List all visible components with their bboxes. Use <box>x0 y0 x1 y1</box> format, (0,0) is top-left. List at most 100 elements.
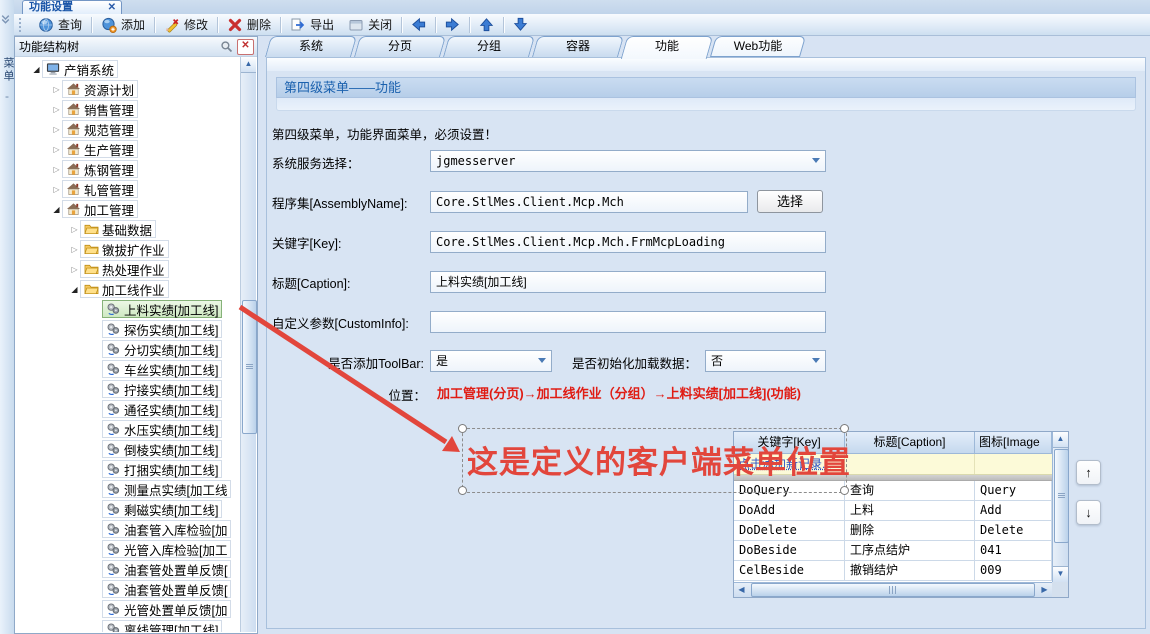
collapse-icon[interactable]: ◢ <box>51 205 62 214</box>
tab-分组[interactable]: 分组 <box>446 36 532 57</box>
expand-icon[interactable]: ▷ <box>51 125 62 134</box>
collapsed-menu-dock[interactable]: 菜单 - <box>0 0 15 634</box>
selection-handle[interactable] <box>840 486 849 495</box>
chevron-down-icon[interactable] <box>812 358 820 367</box>
tree-node[interactable]: 光管处置单反馈[加 <box>16 599 239 619</box>
delete-button[interactable]: 删除 <box>220 15 278 34</box>
grid-cell-key[interactable]: DoBeside <box>734 541 845 561</box>
add-button[interactable]: 添加 <box>94 15 152 34</box>
choose-button[interactable]: 选择 <box>757 190 823 213</box>
tab-功能[interactable]: 功能 <box>624 36 710 59</box>
tree-node[interactable]: 打捆实绩[加工线] <box>16 459 239 479</box>
expand-icon[interactable]: ▷ <box>69 265 80 274</box>
grid-cell-image[interactable]: Query <box>975 481 1052 501</box>
grid-cell-caption[interactable]: 工序点结炉 <box>845 541 975 561</box>
tree-node[interactable]: 剩磁实绩[加工线] <box>16 499 239 519</box>
expand-icon[interactable]: ▷ <box>51 105 62 114</box>
tree-node[interactable]: 光管入库检验[加工 <box>16 539 239 559</box>
key-input[interactable]: Core.StlMes.Client.Mcp.Mch.FrmMcpLoading <box>430 231 826 253</box>
tree-node[interactable]: ▷基础数据 <box>16 219 239 239</box>
nav-left-button[interactable] <box>404 15 433 34</box>
assembly-input[interactable]: Core.StlMes.Client.Mcp.Mch <box>430 191 748 213</box>
grid-cell-key[interactable]: DoAdd <box>734 501 845 521</box>
grid-cell-key[interactable]: DoDelete <box>734 521 845 541</box>
tab-close-icon[interactable]: ✕ <box>108 2 116 14</box>
grid-cell-image[interactable]: Delete <box>975 521 1052 541</box>
tree-node[interactable]: 分切实绩[加工线] <box>16 339 239 359</box>
close-button[interactable]: 关闭 <box>341 15 399 34</box>
grid-row[interactable]: DoDelete删除Delete <box>734 521 1068 541</box>
toolbar-grip[interactable] <box>19 18 24 32</box>
grid-row[interactable]: CelBeside撤销结炉009 <box>734 561 1068 581</box>
tab-Web功能[interactable]: Web功能 <box>713 36 803 57</box>
collapse-icon[interactable]: ◢ <box>31 65 42 74</box>
scroll-up-icon[interactable]: ▲ <box>1053 432 1068 448</box>
grid-row[interactable]: DoAdd上料Add <box>734 501 1068 521</box>
tree-node[interactable]: ◢产销系统 <box>16 59 239 79</box>
grid-cell-caption[interactable]: 上料 <box>845 501 975 521</box>
nav-down-button[interactable] <box>506 15 535 34</box>
tree-node[interactable]: 水压实绩[加工线] <box>16 419 239 439</box>
grid-horizontal-scrollbar[interactable]: ◀ ▶ <box>734 582 1052 597</box>
tree-node[interactable]: 探伤实绩[加工线] <box>16 319 239 339</box>
expand-icon[interactable]: ▷ <box>51 85 62 94</box>
expand-icon[interactable]: ▷ <box>51 185 62 194</box>
grid-row[interactable]: DoBeside工序点结炉041 <box>734 541 1068 561</box>
scroll-left-icon[interactable]: ◀ <box>734 583 749 597</box>
tree-node[interactable]: 拧接实绩[加工线] <box>16 379 239 399</box>
move-down-button[interactable]: ↓ <box>1076 500 1101 525</box>
tree-node[interactable]: ▷销售管理 <box>16 99 239 119</box>
tree-node[interactable]: 通径实绩[加工线] <box>16 399 239 419</box>
tree-node[interactable]: ▷炼钢管理 <box>16 159 239 179</box>
expand-icon[interactable]: ▷ <box>69 245 80 254</box>
grid-cell-caption[interactable]: 撤销结炉 <box>845 561 975 581</box>
tree-node[interactable]: ◢加工线作业 <box>16 279 239 299</box>
tree-node[interactable]: ▷资源计划 <box>16 79 239 99</box>
query-button[interactable]: 查询 <box>31 15 89 34</box>
scroll-right-icon[interactable]: ▶ <box>1037 583 1052 597</box>
modify-button[interactable]: 修改 <box>157 15 215 34</box>
grid-cell-image[interactable]: 009 <box>975 561 1052 581</box>
init-load-combobox[interactable]: 否 <box>705 350 826 372</box>
export-button[interactable]: 导出 <box>283 15 341 34</box>
tree-node[interactable]: 倒棱实绩[加工线] <box>16 439 239 459</box>
scroll-up-icon[interactable]: ▲ <box>241 57 256 73</box>
grid-cell-image[interactable]: Add <box>975 501 1052 521</box>
tree-node[interactable]: 车丝实绩[加工线] <box>16 359 239 379</box>
grid-cell-caption[interactable]: 查询 <box>845 481 975 501</box>
move-up-button[interactable]: ↑ <box>1076 460 1101 485</box>
selection-handle[interactable] <box>840 424 849 433</box>
tree-node[interactable]: 油套管处置单反馈[ <box>16 559 239 579</box>
tree-scrollbar-thumb[interactable] <box>242 300 257 434</box>
panel-close-icon[interactable]: ✕ <box>237 39 254 55</box>
selection-handle[interactable] <box>458 424 467 433</box>
selection-handle[interactable] <box>458 486 467 495</box>
tree-node[interactable]: ▷热处理作业 <box>16 259 239 279</box>
document-tab-active[interactable]: 功能设置 ✕ <box>22 0 122 14</box>
tree-node[interactable]: 上料实绩[加工线] <box>16 299 239 319</box>
add-toolbar-combobox[interactable]: 是 <box>430 350 552 372</box>
grid-cell-caption[interactable]: 删除 <box>845 521 975 541</box>
grid-cell-image[interactable]: 041 <box>975 541 1052 561</box>
tree-node[interactable]: ▷镦拔扩作业 <box>16 239 239 259</box>
grid-vscroll-thumb[interactable] <box>1054 449 1069 543</box>
pin-icon[interactable] <box>220 40 233 53</box>
service-combobox[interactable]: jgmesserver <box>430 150 826 172</box>
scroll-down-icon[interactable]: ▼ <box>1053 566 1068 582</box>
tab-系统[interactable]: 系统 <box>268 36 354 57</box>
tree-node[interactable]: 测量点实绩[加工线 <box>16 479 239 499</box>
grid-cell-key[interactable]: CelBeside <box>734 561 845 581</box>
tree-node[interactable]: 油套管入库检验[加 <box>16 519 239 539</box>
tree-node[interactable]: ◢加工管理 <box>16 199 239 219</box>
chevron-down-icon[interactable] <box>812 158 820 167</box>
custominfo-input[interactable] <box>430 311 826 333</box>
collapse-icon[interactable]: ◢ <box>69 285 80 294</box>
grid-vertical-scrollbar[interactable]: ▲ ▼ <box>1052 432 1068 582</box>
nav-right-button[interactable] <box>438 15 467 34</box>
expand-icon[interactable]: ▷ <box>69 225 80 234</box>
tree-node[interactable]: 油套管处置单反馈[ <box>16 579 239 599</box>
tree-vertical-scrollbar[interactable]: ▲ <box>240 57 256 632</box>
expand-icon[interactable]: ▷ <box>51 165 62 174</box>
grid-hscroll-thumb[interactable] <box>751 583 1035 597</box>
caption-input[interactable]: 上料实绩[加工线] <box>430 271 826 293</box>
